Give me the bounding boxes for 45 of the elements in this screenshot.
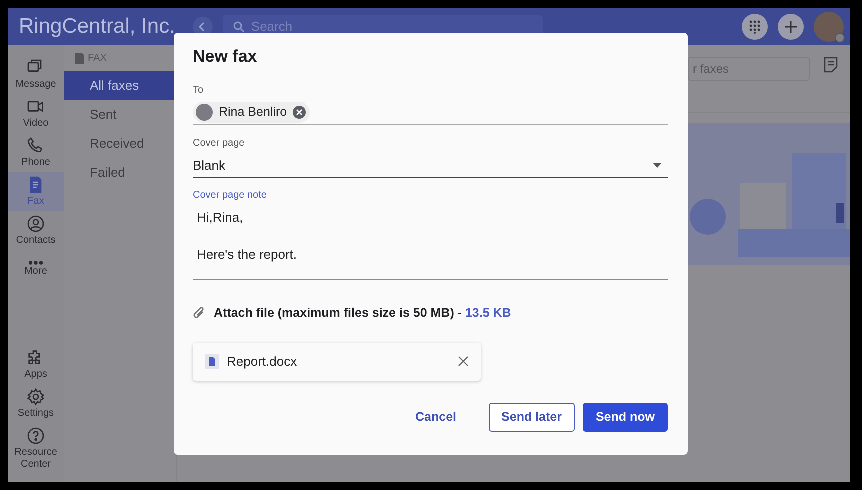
dialpad-button[interactable] [742, 14, 768, 40]
rail-item[interactable]: More [8, 250, 64, 288]
rail-item[interactable]: Message [8, 55, 64, 94]
add-button[interactable] [778, 14, 804, 40]
rail-item[interactable]: Video [8, 94, 64, 133]
contact-icon [26, 214, 46, 234]
fax-filter-item[interactable]: All faxes [64, 71, 176, 100]
recipient-field[interactable]: Rina Benliro [193, 100, 668, 125]
cancel-button[interactable]: Cancel [404, 402, 469, 432]
rail-item[interactable]: Settings [8, 384, 64, 423]
section-heading: FAX [88, 52, 107, 64]
rail-item[interactable]: Fax [8, 172, 64, 211]
fax-filter-item[interactable]: Sent [64, 100, 176, 129]
field-label: To [193, 85, 205, 96]
fax-filter-item[interactable]: Received [64, 129, 176, 158]
remove-icon[interactable] [293, 106, 306, 118]
dialpad-icon [749, 20, 761, 34]
rail-item[interactable]: Contacts [8, 211, 64, 250]
file-name: Report.docx [227, 354, 298, 369]
document-icon [205, 354, 219, 369]
dialog-title: New fax [193, 47, 258, 67]
filter-field[interactable]: r faxes [688, 57, 810, 81]
fax-filter-item[interactable]: Failed [64, 158, 176, 187]
paperclip-icon[interactable] [193, 306, 206, 320]
app-title: RingCentral, Inc. [19, 14, 176, 38]
help-icon [26, 426, 46, 446]
send-now-button[interactable]: Send now [582, 402, 668, 432]
close-icon[interactable] [458, 356, 469, 367]
rail-item[interactable]: Apps [8, 345, 64, 384]
attach-text: Attach file (maximum files size is 50 MB) - 13.5 KB [214, 306, 512, 320]
settings-icon [26, 387, 46, 407]
rail-item[interactable]: Phone [8, 133, 64, 172]
note-field[interactable]: Hi,Rina, Here's the report. [193, 205, 668, 280]
more-icon [29, 260, 43, 264]
rail-item[interactable]: Resource Center [8, 423, 64, 474]
new-fax-icon[interactable] [824, 57, 838, 73]
field-label: Cover page [193, 138, 246, 149]
plus-icon [784, 20, 798, 34]
fax-icon [75, 52, 84, 64]
cover-page-dropdown[interactable]: Blank [193, 153, 668, 178]
field-label: Cover page note [193, 190, 268, 201]
send-later-button[interactable]: Send later [488, 402, 575, 432]
recipient-chip[interactable]: Rina Benliro [193, 102, 310, 122]
search-icon [233, 20, 246, 32]
dropdown-arrow-icon [653, 162, 662, 168]
